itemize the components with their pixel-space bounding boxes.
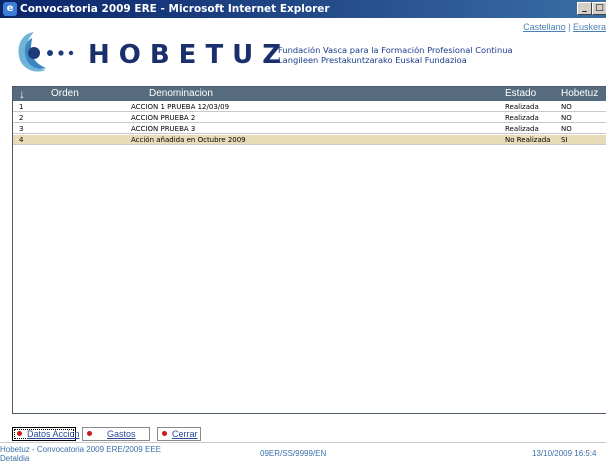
maximize-button[interactable]: □ xyxy=(592,2,606,15)
cell-estado: No Realizada xyxy=(505,136,551,144)
bullet-icon xyxy=(17,431,22,436)
language-links: Castellano | Euskera xyxy=(523,22,606,32)
cell-hobetuz: NO xyxy=(561,125,572,133)
language-link-euskera[interactable]: Euskera xyxy=(573,22,606,32)
page-header: Castellano | Euskera HOBETUZ Fundación V… xyxy=(0,18,606,82)
sort-arrow-icon[interactable]: ↓ xyxy=(19,87,25,101)
cell-denominacion: ACCION PRUEBA 3 xyxy=(131,125,196,133)
column-header-estado[interactable]: Estado xyxy=(505,87,536,101)
cell-denominacion: ACCION PRUEBA 2 xyxy=(131,114,196,122)
column-header-denominacion[interactable]: Denominacion xyxy=(149,87,213,101)
language-separator: | xyxy=(565,22,573,32)
status-bar: Hobetuz - Convocatoria 2009 ERE/2009 EEE… xyxy=(0,442,606,463)
column-header-orden[interactable]: Orden xyxy=(51,87,79,101)
cell-orden: 1 xyxy=(19,103,24,111)
cell-hobetuz: NO xyxy=(561,114,572,122)
hobetuz-logo-icon xyxy=(18,32,74,72)
cell-denominacion: ACCION 1 PRUEBA 12/03/09 xyxy=(131,103,230,111)
acciones-grid: ↓ Orden Denominacion Estado Hobetuz 1 AC… xyxy=(12,86,606,414)
bullet-icon xyxy=(87,431,92,436)
cell-orden: 3 xyxy=(19,125,24,133)
cell-orden: 4 xyxy=(19,136,24,144)
cell-estado: Realizada xyxy=(505,125,539,133)
status-code: 09ER/SS/9999/EN xyxy=(260,449,327,458)
table-row[interactable]: 1 ACCION 1 PRUEBA 12/03/09 Realizada NO xyxy=(13,102,606,112)
window-title: Convocatoria 2009 ERE - Microsoft Intern… xyxy=(20,3,330,15)
language-link-castellano[interactable]: Castellano xyxy=(523,22,566,32)
column-header-hobetuz[interactable]: Hobetuz xyxy=(561,87,598,101)
tab-cerrar[interactable]: Cerrar xyxy=(157,427,201,441)
tab-datos-accion[interactable]: Datos Accion xyxy=(12,427,80,441)
table-row-selected[interactable]: 4 Acción añadida en Octubre 2009 No Real… xyxy=(13,135,606,145)
tab-gastos[interactable]: Gastos xyxy=(82,427,150,441)
table-row[interactable]: 3 ACCION PRUEBA 3 Realizada NO xyxy=(13,124,606,134)
brand-subtitle-es: Fundación Vasca para la Formación Profes… xyxy=(278,45,513,55)
status-datetime: 13/10/2009 16:5:4 xyxy=(532,449,597,458)
cell-hobetuz: NO xyxy=(561,103,572,111)
brand-subtitle: Fundación Vasca para la Formación Profes… xyxy=(278,45,513,65)
cell-denominacion: Acción añadida en Octubre 2009 xyxy=(131,136,246,144)
window-title-bar[interactable]: e Convocatoria 2009 ERE - Microsoft Inte… xyxy=(0,0,606,18)
brand-subtitle-eu: Langileen Prestakuntzarako Euskal Fundaz… xyxy=(278,55,467,65)
status-context-detail: Detaldia xyxy=(0,454,30,463)
grid-header: ↓ Orden Denominacion Estado Hobetuz xyxy=(13,87,606,101)
minimize-button[interactable]: _ xyxy=(577,2,592,15)
table-row[interactable]: 2 ACCION PRUEBA 2 Realizada NO xyxy=(13,113,606,123)
bullet-icon xyxy=(162,431,167,436)
tab-datos-accion-label: Datos Accion xyxy=(27,429,80,439)
cell-hobetuz: SI xyxy=(561,136,568,144)
brand-name: HOBETUZ xyxy=(88,40,291,70)
status-context: Hobetuz - Convocatoria 2009 ERE/2009 EEE xyxy=(0,445,161,454)
cell-estado: Realizada xyxy=(505,114,539,122)
tab-cerrar-label: Cerrar xyxy=(172,429,198,439)
tab-gastos-label: Gastos xyxy=(107,429,136,439)
cell-orden: 2 xyxy=(19,114,24,122)
cell-estado: Realizada xyxy=(505,103,539,111)
internet-explorer-icon: e xyxy=(3,2,17,16)
